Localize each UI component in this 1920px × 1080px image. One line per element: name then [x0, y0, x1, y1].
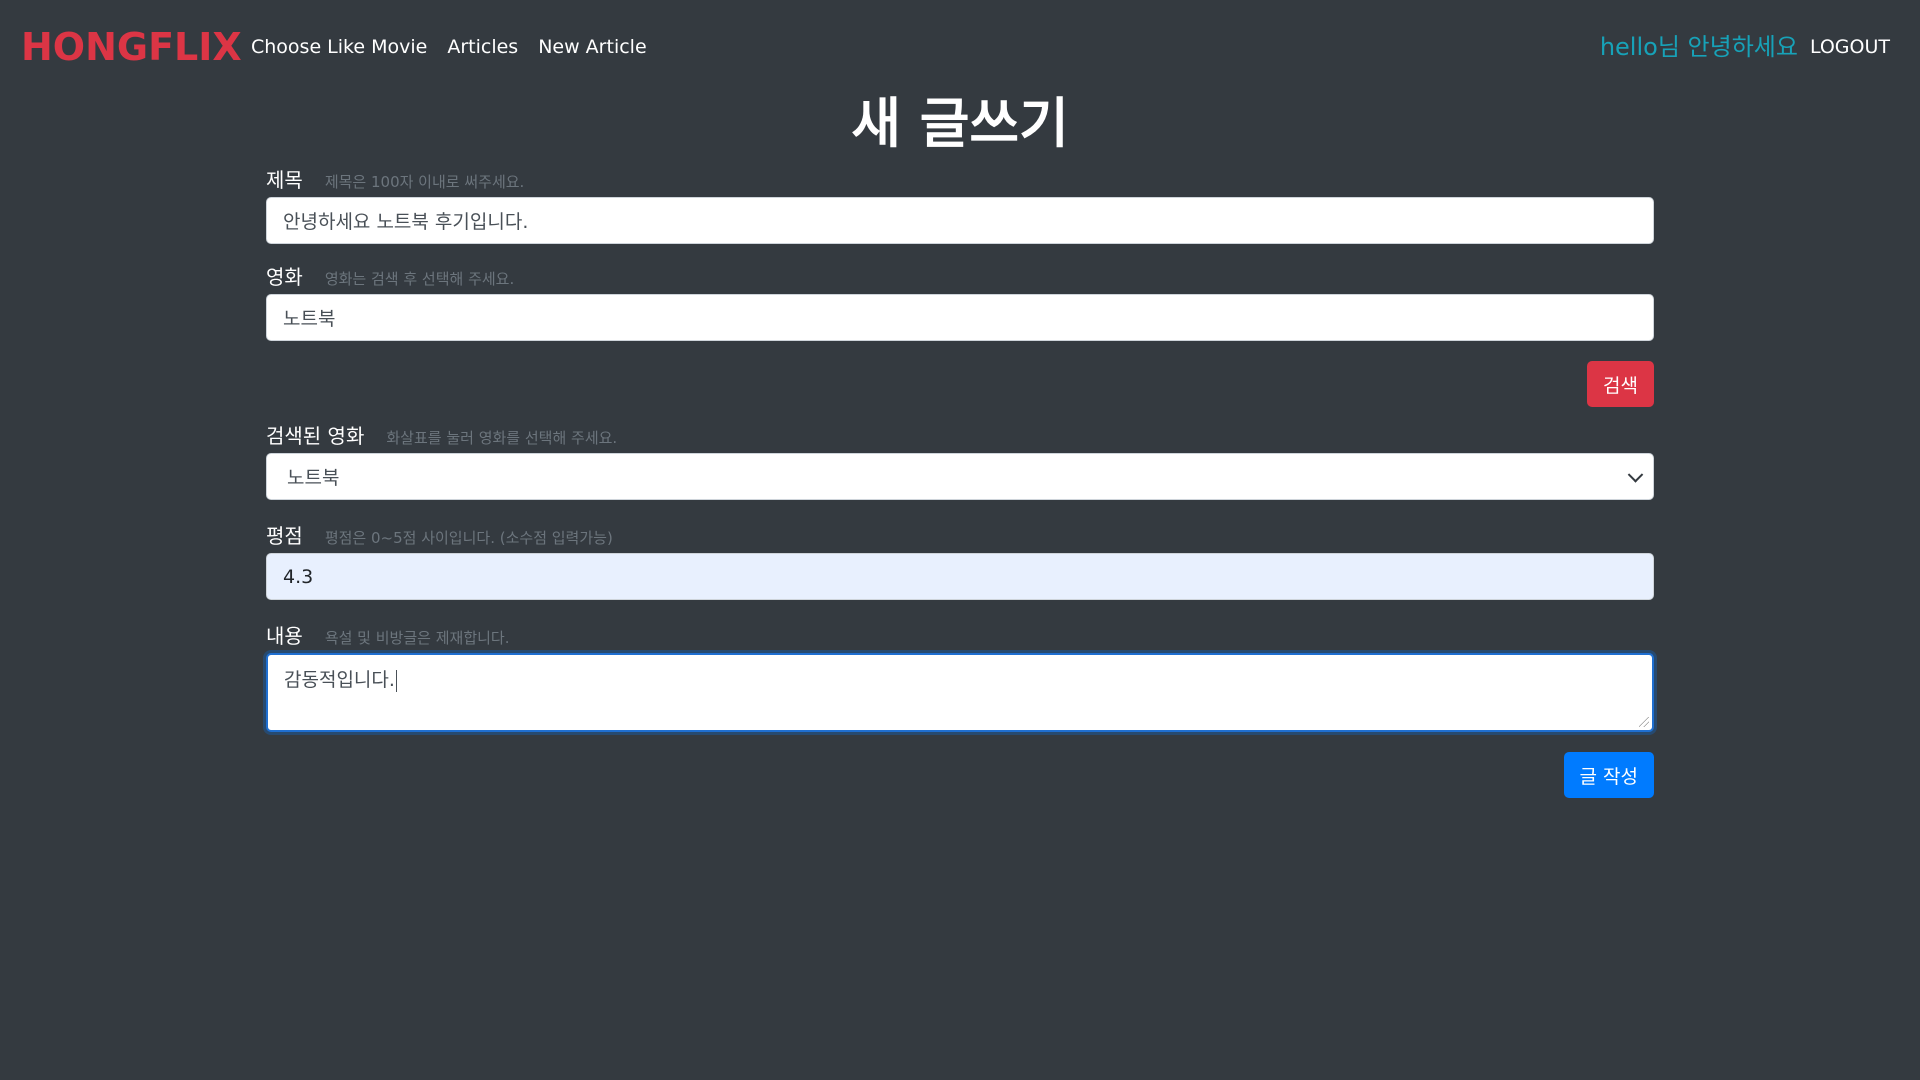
content-label: 내용	[266, 624, 303, 648]
submit-article-button[interactable]: 글 작성	[1563, 752, 1654, 798]
page-title: 새 글쓰기	[851, 92, 1069, 155]
content-textarea[interactable]: 감동적입니다.	[266, 653, 1654, 732]
nav-links: Choose Like Movie Articles New Article	[251, 33, 647, 61]
movie-search-input[interactable]: 노트북	[266, 294, 1654, 341]
rating-input[interactable]: 4.3	[266, 553, 1654, 600]
rating-label-row: 평점 평점은 0~5점 사이입니다. (소수점 입력가능)	[266, 520, 1654, 548]
content-textarea-value: 감동적입니다.	[284, 669, 395, 691]
text-caret	[395, 669, 397, 692]
content-label-row: 내용 욕설 및 비방글은 제재합니다.	[266, 620, 1654, 648]
searched-movie-label-row: 검색된 영화 화살표를 눌러 영화를 선택해 주세요.	[266, 420, 1654, 448]
nav-link-choose-like-movie[interactable]: Choose Like Movie	[251, 33, 427, 61]
searched-movie-selected-value: 노트북	[287, 467, 340, 489]
movie-search-input-value: 노트북	[283, 308, 336, 330]
article-form: 제목 제목은 100자 이내로 써주세요. 안녕하세요 노트북 후기입니다. 영…	[266, 164, 1654, 798]
title-input-value: 안녕하세요 노트북 후기입니다.	[283, 211, 529, 233]
content-help: 욕설 및 비방글은 제재합니다.	[324, 629, 510, 647]
searched-movie-select[interactable]: 노트북	[266, 453, 1654, 500]
search-button-row: 검색	[266, 361, 1654, 407]
rating-label: 평점	[266, 524, 303, 548]
searched-movie-help: 화살표를 눌러 영화를 선택해 주세요.	[386, 429, 618, 447]
title-input[interactable]: 안녕하세요 노트북 후기입니다.	[266, 197, 1654, 244]
search-button[interactable]: 검색	[1587, 361, 1654, 407]
resize-handle-icon[interactable]	[1639, 717, 1649, 727]
submit-button-row: 글 작성	[266, 752, 1654, 798]
movie-label-row: 영화 영화는 검색 후 선택해 주세요.	[266, 261, 514, 289]
rating-help: 평점은 0~5점 사이입니다. (소수점 입력가능)	[324, 529, 613, 547]
user-greeting: hello님 안녕하세요	[1599, 33, 1798, 61]
movie-label: 영화	[266, 265, 303, 289]
movie-help: 영화는 검색 후 선택해 주세요.	[324, 270, 515, 288]
chevron-down-icon	[1627, 466, 1644, 483]
title-label: 제목	[266, 168, 303, 192]
navbar: HONGFLIX Choose Like Movie Articles New …	[0, 0, 1920, 94]
title-help: 제목은 100자 이내로 써주세요.	[324, 173, 525, 191]
nav-link-articles[interactable]: Articles	[447, 33, 518, 61]
brand-logo[interactable]: HONGFLIX	[21, 22, 242, 72]
title-label-row: 제목 제목은 100자 이내로 써주세요.	[266, 164, 1654, 192]
nav-link-new-article[interactable]: New Article	[538, 33, 646, 61]
rating-input-value: 4.3	[283, 565, 314, 588]
searched-movie-label: 검색된 영화	[266, 424, 365, 448]
logout-link[interactable]: LOGOUT	[1810, 30, 1890, 64]
nav-user-area: hello님 안녕하세요 LOGOUT	[1600, 30, 1890, 64]
